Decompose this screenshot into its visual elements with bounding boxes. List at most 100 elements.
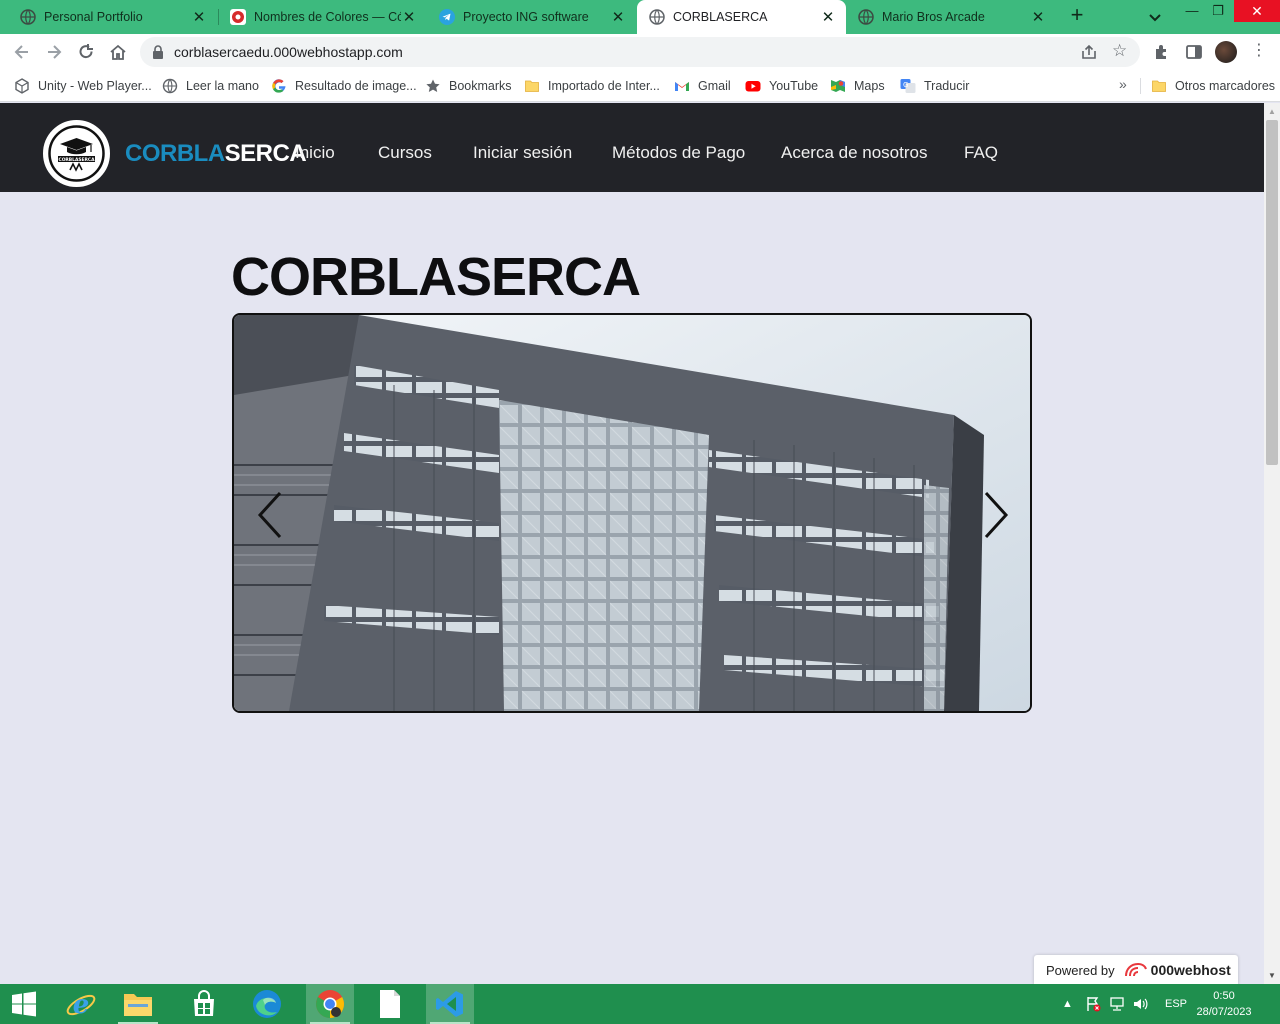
bookmark-gmail[interactable]: Gmail	[674, 76, 731, 96]
brand-part2: SERCA	[224, 140, 307, 167]
page-scrollbar[interactable]: ▲ ▼	[1264, 103, 1280, 984]
restore-icon[interactable]: ❐	[1207, 3, 1229, 25]
tray-security-icon[interactable]	[1085, 984, 1101, 1024]
brand-part1: CORBLA	[125, 140, 225, 167]
scrollbar-thumb[interactable]	[1266, 120, 1278, 465]
tray-overflow-icon[interactable]: ▲	[1062, 984, 1073, 1024]
extensions-icon[interactable]	[1153, 43, 1171, 61]
close-tab-icon[interactable]: ✕	[820, 9, 836, 26]
nav-cursos[interactable]: Cursos	[378, 143, 432, 163]
site-logo[interactable]: CORBLASERCA	[43, 120, 110, 187]
tab-title: Mario Bros Arcade	[882, 10, 985, 24]
bookmark-label: YouTube	[769, 79, 819, 93]
taskbar-microsoft-store[interactable]	[180, 984, 228, 1024]
close-tab-icon[interactable]: ✕	[401, 9, 417, 26]
tray-language[interactable]: ESP	[1165, 984, 1187, 1024]
chevron-down-icon[interactable]	[1145, 7, 1165, 27]
bookmark-youtube[interactable]: YouTube	[745, 76, 818, 96]
close-window-icon[interactable]: ✕	[1234, 0, 1280, 22]
svg-text:G: G	[903, 81, 908, 89]
taskbar-chrome[interactable]	[306, 984, 354, 1024]
new-tab-button[interactable]: +	[1066, 4, 1088, 27]
bookmark-label: Importado de Inter...	[548, 79, 660, 93]
page-title: CORBLASERCA	[231, 247, 641, 307]
bookmark-star-icon[interactable]: ☆	[1112, 41, 1127, 61]
maps-icon	[831, 80, 845, 92]
brand-name[interactable]: CORBLASERCA	[125, 140, 307, 168]
home-icon[interactable]	[108, 42, 128, 62]
youtube-icon	[745, 81, 761, 92]
scroll-up-icon[interactable]: ▲	[1268, 107, 1276, 116]
tab-title: Personal Portfolio	[44, 10, 143, 24]
bookmark-label: Gmail	[698, 79, 731, 93]
image-carousel	[232, 313, 1032, 713]
close-tab-icon[interactable]: ✕	[610, 9, 626, 26]
close-tab-icon[interactable]: ✕	[191, 9, 207, 26]
taskbar-edge[interactable]	[243, 984, 291, 1024]
internet-explorer-icon: e	[66, 990, 96, 1020]
nav-faq[interactable]: FAQ	[964, 143, 998, 163]
forward-icon[interactable]	[44, 42, 64, 62]
bookmark-maps[interactable]: Maps	[830, 76, 885, 96]
reload-icon[interactable]	[76, 42, 96, 62]
folder-icon	[525, 80, 539, 92]
building-photo	[234, 315, 1030, 711]
globe-icon	[649, 9, 665, 25]
scroll-down-icon[interactable]: ▼	[1268, 971, 1276, 980]
bookmarks-separator	[1140, 78, 1141, 94]
network-icon	[1110, 997, 1124, 1011]
bookmark-resultado-imagen[interactable]: Resultado de image...	[271, 76, 417, 96]
taskbar-internet-explorer[interactable]: e	[57, 984, 105, 1024]
tab-mario-bros[interactable]: Mario Bros Arcade ✕	[846, 0, 1056, 34]
google-icon	[272, 79, 286, 93]
close-tab-icon[interactable]: ✕	[1030, 9, 1046, 26]
bookmark-otros-marcadores[interactable]: Otros marcadores	[1151, 76, 1275, 96]
menu-kebab-icon[interactable]: ⋮	[1251, 42, 1267, 60]
site-header: CORBLASERCA CORBLASERCA Inicio Cursos In…	[0, 103, 1264, 192]
start-button[interactable]	[0, 984, 48, 1024]
bookmark-importado[interactable]: Importado de Inter...	[524, 76, 660, 96]
host-brand: 000webhost	[1150, 962, 1231, 978]
taskbar-notepad[interactable]	[366, 984, 414, 1024]
clock-time: 0:50	[1213, 990, 1235, 1002]
bookmark-bookmarks[interactable]: Bookmarks	[425, 76, 512, 96]
minimize-icon[interactable]: —	[1181, 3, 1203, 25]
bookmark-label: Otros marcadores	[1175, 79, 1276, 93]
windows-logo-icon	[12, 991, 36, 1017]
nav-iniciar-sesion[interactable]: Iniciar sesión	[473, 143, 572, 163]
logo-text: CORBLASERCA	[58, 157, 95, 163]
bookmark-unity[interactable]: Unity - Web Player...	[14, 76, 152, 96]
back-icon[interactable]	[12, 42, 32, 62]
telegram-icon	[439, 9, 455, 25]
url-text[interactable]: corblasercaedu.000webhostapp.com	[174, 44, 403, 60]
red-circle-icon	[230, 9, 246, 25]
nav-acerca-de-nosotros[interactable]: Acerca de nosotros	[781, 143, 927, 163]
bookmarks-overflow-button[interactable]: »	[1119, 76, 1127, 92]
taskbar-clock[interactable]: 0:50 28/07/2023	[1196, 988, 1252, 1020]
powered-by-badge[interactable]: Powered by 000webhost	[1034, 955, 1238, 984]
bookmark-label: Unity - Web Player...	[38, 79, 152, 93]
lock-icon[interactable]	[152, 45, 164, 59]
carousel-next-icon[interactable]	[976, 485, 1016, 545]
tab-personal-portfolio[interactable]: Personal Portfolio ✕	[0, 0, 217, 34]
tray-volume-icon[interactable]	[1132, 984, 1148, 1024]
profile-avatar[interactable]	[1215, 41, 1237, 63]
bookmark-traducir[interactable]: G Traducir	[900, 76, 969, 96]
bookmark-leer-la-mano[interactable]: Leer la mano	[162, 76, 259, 96]
share-icon[interactable]	[1080, 43, 1098, 61]
carousel-prev-icon[interactable]	[250, 485, 290, 545]
globe-icon	[162, 78, 178, 94]
windows-taskbar: e ▲ ESP 0:50 28/07/2023	[0, 984, 1280, 1024]
side-panel-icon[interactable]	[1185, 43, 1203, 61]
tab-proyecto-ing[interactable]: Proyecto ING software ✕	[419, 0, 636, 34]
taskbar-vscode[interactable]	[426, 984, 474, 1024]
tray-network-icon[interactable]	[1109, 984, 1125, 1024]
address-bar[interactable]: corblasercaedu.000webhostapp.com ☆	[140, 37, 1140, 67]
taskbar-file-explorer[interactable]	[114, 984, 162, 1024]
tab-nombres-de-colores[interactable]: Nombres de Colores — Cód ✕	[210, 0, 427, 34]
gmail-icon	[675, 82, 689, 91]
document-icon	[380, 990, 400, 1018]
nav-metodos-de-pago[interactable]: Métodos de Pago	[612, 143, 745, 163]
tab-corblaserca[interactable]: CORBLASERCA ✕	[637, 0, 846, 34]
nav-inicio[interactable]: Inicio	[295, 143, 335, 163]
